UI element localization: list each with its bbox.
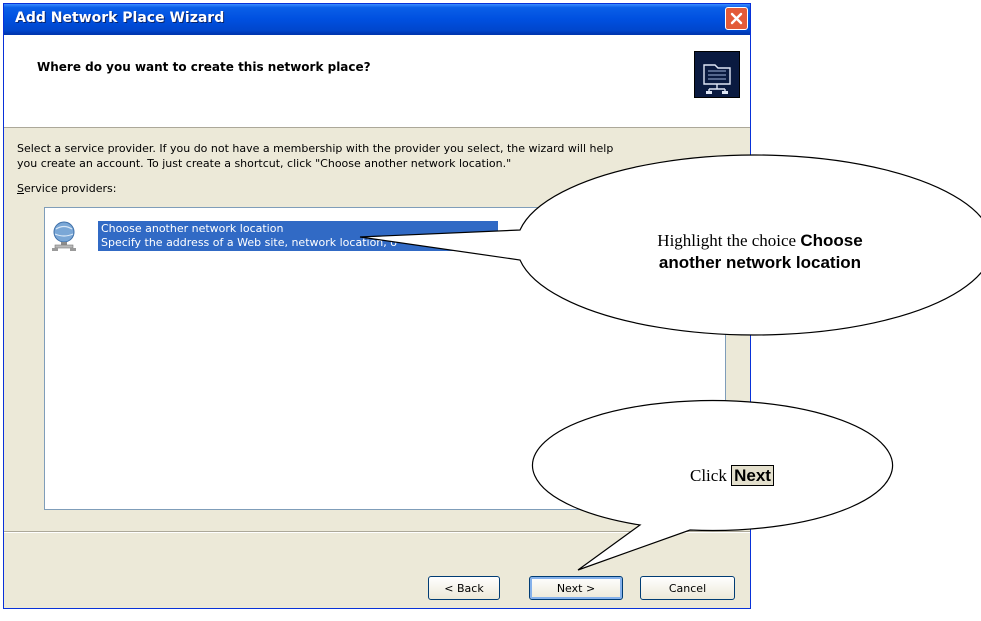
instructions-line-1: Select a service provider. If you do not… <box>17 142 614 155</box>
network-folder-icon <box>694 51 740 98</box>
label-accelerator: S <box>17 182 24 195</box>
header-title: Where do you want to create this network… <box>37 60 371 74</box>
instructions-text: Select a service provider. If you do not… <box>17 141 737 171</box>
window-title: Add Network Place Wizard <box>15 10 225 26</box>
cancel-button[interactable]: Cancel <box>640 576 735 600</box>
network-globe-icon <box>51 220 79 252</box>
callout-highlight-emph2: another network location <box>658 253 862 272</box>
callout-click-emph: Next <box>731 465 774 486</box>
wizard-header: Where do you want to create this network… <box>4 35 750 128</box>
item-title: Choose another network location <box>101 222 284 235</box>
callout-highlight-text: Highlight the choice Choose another netw… <box>560 231 960 273</box>
label-rest: ervice providers: <box>23 182 117 195</box>
callout-next-text: Click Next <box>690 465 850 486</box>
next-label: Next > <box>556 581 596 595</box>
cancel-label: Cancel <box>668 581 707 595</box>
callout-highlight-emph1: Choose <box>800 231 863 250</box>
close-icon <box>730 12 743 25</box>
back-label: < Back <box>444 581 484 595</box>
service-providers-label: Service providers: <box>17 182 116 195</box>
footer-divider <box>4 531 750 533</box>
close-button[interactable] <box>725 7 748 30</box>
item-subtitle: Specify the address of a Web site, netwo… <box>101 236 397 249</box>
callout-highlight-prefix: Highlight the choice <box>657 231 801 250</box>
next-button[interactable]: Next > <box>529 576 623 600</box>
title-bar[interactable]: Add Network Place Wizard <box>4 4 750 35</box>
wizard-window: Add Network Place Wizard Where do you wa… <box>3 3 751 609</box>
callout-click-prefix: Click <box>690 466 732 485</box>
back-button[interactable]: < Back <box>428 576 500 600</box>
instructions-line-2: you create an account. To just create a … <box>17 157 512 170</box>
